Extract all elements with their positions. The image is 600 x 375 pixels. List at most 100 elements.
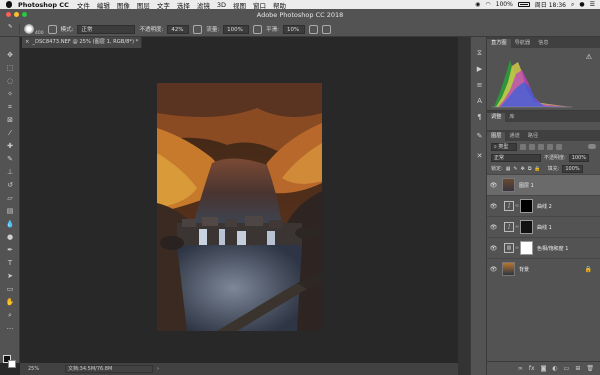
tab-channels[interactable]: 通道 bbox=[505, 132, 523, 141]
notification-list-icon[interactable]: ☰ bbox=[590, 1, 595, 8]
quick-select-tool-icon[interactable]: ✧ bbox=[5, 90, 15, 98]
document-tab[interactable]: × _DSC8473.NEF @ 25% (图层 1, RGB/8*) * bbox=[22, 37, 142, 48]
tab-info[interactable]: 信息 bbox=[534, 39, 552, 48]
layer-mask-thumbnail[interactable] bbox=[520, 241, 533, 255]
visibility-eye-icon[interactable]: 👁 bbox=[487, 266, 500, 273]
healing-brush-tool-icon[interactable]: ✚ bbox=[5, 142, 15, 150]
color-swatches[interactable] bbox=[3, 355, 17, 369]
tab-histogram[interactable]: 直方图 bbox=[487, 39, 511, 48]
hue-saturation-adjustment-icon[interactable]: ▥ bbox=[504, 243, 514, 253]
tab-adjustments[interactable]: 调整 bbox=[487, 113, 506, 122]
battery-icon[interactable] bbox=[517, 2, 530, 7]
new-adjustment-icon[interactable]: ◐ bbox=[552, 365, 557, 372]
brush-tool-preset-icon[interactable]: ✎ bbox=[8, 24, 20, 34]
type-filter-icon[interactable] bbox=[538, 143, 544, 150]
link-layers-icon[interactable]: ∞ bbox=[518, 365, 523, 372]
brush-settings-icon[interactable] bbox=[47, 24, 57, 34]
layer-row[interactable]: 👁 图层 1 bbox=[487, 174, 600, 195]
character-panel-icon[interactable]: A bbox=[475, 97, 484, 105]
wifi-icon[interactable]: ◠ bbox=[485, 1, 490, 8]
lock-pixels-icon[interactable]: ✎ bbox=[513, 166, 517, 172]
document-image[interactable] bbox=[157, 83, 322, 331]
user-icon[interactable]: ● bbox=[579, 1, 584, 8]
flow-input[interactable]: 100% bbox=[223, 24, 250, 34]
layer-row[interactable]: 👁 ∫ ∞ 曲线 2 bbox=[487, 195, 600, 216]
curves-adjustment-icon[interactable]: ∫ bbox=[504, 201, 514, 211]
layer-style-icon[interactable]: fx bbox=[529, 365, 535, 372]
new-group-icon[interactable]: ▭ bbox=[564, 365, 570, 372]
shape-filter-icon[interactable] bbox=[547, 143, 553, 150]
layer-mask-thumbnail[interactable] bbox=[520, 220, 533, 234]
crop-tool-icon[interactable]: ⌗ bbox=[5, 103, 15, 111]
background-color-swatch[interactable] bbox=[8, 360, 16, 368]
visibility-eye-icon[interactable]: 👁 bbox=[487, 245, 500, 252]
hand-tool-icon[interactable]: ✋ bbox=[5, 298, 15, 306]
actions-panel-icon[interactable]: ▶ bbox=[475, 65, 484, 73]
mode-select[interactable]: 正常 bbox=[77, 24, 136, 34]
layer-name[interactable]: 背景 bbox=[519, 266, 529, 273]
layer-opacity-input[interactable]: 100% bbox=[568, 153, 589, 162]
brush-tool-icon[interactable]: ✎ bbox=[5, 155, 15, 163]
lock-artboard-icon[interactable]: ⧉ bbox=[528, 166, 532, 172]
apple-logo-icon[interactable] bbox=[6, 1, 12, 8]
close-tab-icon[interactable]: × bbox=[25, 39, 29, 45]
zoom-level[interactable]: 25% bbox=[28, 363, 39, 375]
clone-stamp-tool-icon[interactable]: ⊥ bbox=[5, 168, 15, 176]
visibility-eye-icon[interactable]: 👁 bbox=[487, 182, 500, 189]
layer-name[interactable]: 色相/饱和度 1 bbox=[537, 245, 568, 252]
zoom-tool-icon[interactable]: ⌕ bbox=[5, 311, 15, 319]
visibility-eye-icon[interactable]: 👁 bbox=[487, 203, 500, 210]
tab-libraries[interactable]: 库 bbox=[505, 113, 518, 122]
menu-3d[interactable]: 3D bbox=[217, 1, 226, 9]
gradient-tool-icon[interactable]: ▤ bbox=[5, 207, 15, 215]
opacity-input[interactable]: 42% bbox=[167, 24, 190, 34]
tools-x-icon[interactable]: ✕ bbox=[475, 152, 484, 160]
layer-name[interactable]: 曲线 2 bbox=[537, 203, 552, 210]
smoothing-gear-icon[interactable] bbox=[309, 24, 319, 34]
tab-paths[interactable]: 路径 bbox=[524, 132, 542, 141]
dodge-tool-icon[interactable]: ● bbox=[5, 233, 15, 241]
document-size-info[interactable]: 文档:34.5M/76.8M bbox=[65, 365, 153, 373]
brush-preset-picker[interactable] bbox=[24, 24, 34, 34]
status-menu-arrow-icon[interactable]: › bbox=[157, 363, 159, 375]
eraser-tool-icon[interactable]: ▱ bbox=[5, 194, 15, 202]
curves-adjustment-icon[interactable]: ∫ bbox=[504, 222, 514, 232]
layer-thumbnail[interactable] bbox=[502, 262, 515, 276]
lock-transparency-icon[interactable]: ▦ bbox=[506, 166, 511, 172]
lock-position-icon[interactable]: ✥ bbox=[521, 166, 525, 172]
move-tool-icon[interactable]: ✥ bbox=[5, 51, 15, 59]
pen-tool-icon[interactable]: ✒ bbox=[5, 246, 15, 254]
delete-layer-icon[interactable]: 🗑 bbox=[586, 365, 594, 372]
filter-toggle-switch[interactable] bbox=[588, 144, 596, 149]
layer-row[interactable]: 👁 ∫ ∞ 曲线 1 bbox=[487, 216, 600, 237]
frame-tool-icon[interactable]: ⊠ bbox=[5, 116, 15, 124]
status-circle-icon[interactable]: ◉ bbox=[475, 1, 480, 8]
smoothing-input[interactable]: 10% bbox=[283, 24, 306, 34]
new-layer-icon[interactable]: ⊞ bbox=[575, 365, 580, 372]
tab-navigator[interactable]: 导航器 bbox=[511, 39, 535, 48]
cache-warning-icon[interactable]: ⚠ bbox=[586, 53, 592, 61]
visibility-eye-icon[interactable]: 👁 bbox=[487, 224, 500, 231]
layer-name[interactable]: 曲线 1 bbox=[537, 224, 552, 231]
smart-object-filter-icon[interactable] bbox=[556, 143, 562, 150]
layer-row[interactable]: 👁 背景 🔒 bbox=[487, 258, 600, 279]
clock[interactable]: 周日 18:36 bbox=[535, 0, 566, 9]
path-selection-tool-icon[interactable]: ➤ bbox=[5, 272, 15, 280]
pressure-size-icon[interactable] bbox=[322, 24, 332, 34]
layer-lock-icon[interactable]: 🔒 bbox=[585, 266, 592, 273]
layer-name[interactable]: 图层 1 bbox=[519, 182, 534, 189]
adjustment-filter-icon[interactable] bbox=[529, 143, 535, 150]
airbrush-icon[interactable] bbox=[253, 24, 263, 34]
lasso-tool-icon[interactable]: ◌ bbox=[5, 77, 15, 85]
more-tools-icon[interactable]: ··· bbox=[5, 325, 15, 333]
history-panel-icon[interactable]: ⧖ bbox=[475, 49, 484, 57]
layer-thumbnail[interactable] bbox=[502, 178, 515, 192]
blur-tool-icon[interactable]: 💧 bbox=[5, 220, 15, 228]
layer-row[interactable]: 👁 ▥ ∞ 色相/饱和度 1 bbox=[487, 237, 600, 258]
pressure-opacity-icon[interactable] bbox=[193, 24, 203, 34]
tab-layers[interactable]: 图层 bbox=[487, 132, 506, 141]
paragraph-panel-icon[interactable]: ¶ bbox=[475, 113, 484, 121]
type-tool-icon[interactable]: T bbox=[5, 259, 15, 267]
canvas-area[interactable] bbox=[20, 48, 458, 363]
properties-panel-icon[interactable]: ≡ bbox=[475, 81, 484, 89]
